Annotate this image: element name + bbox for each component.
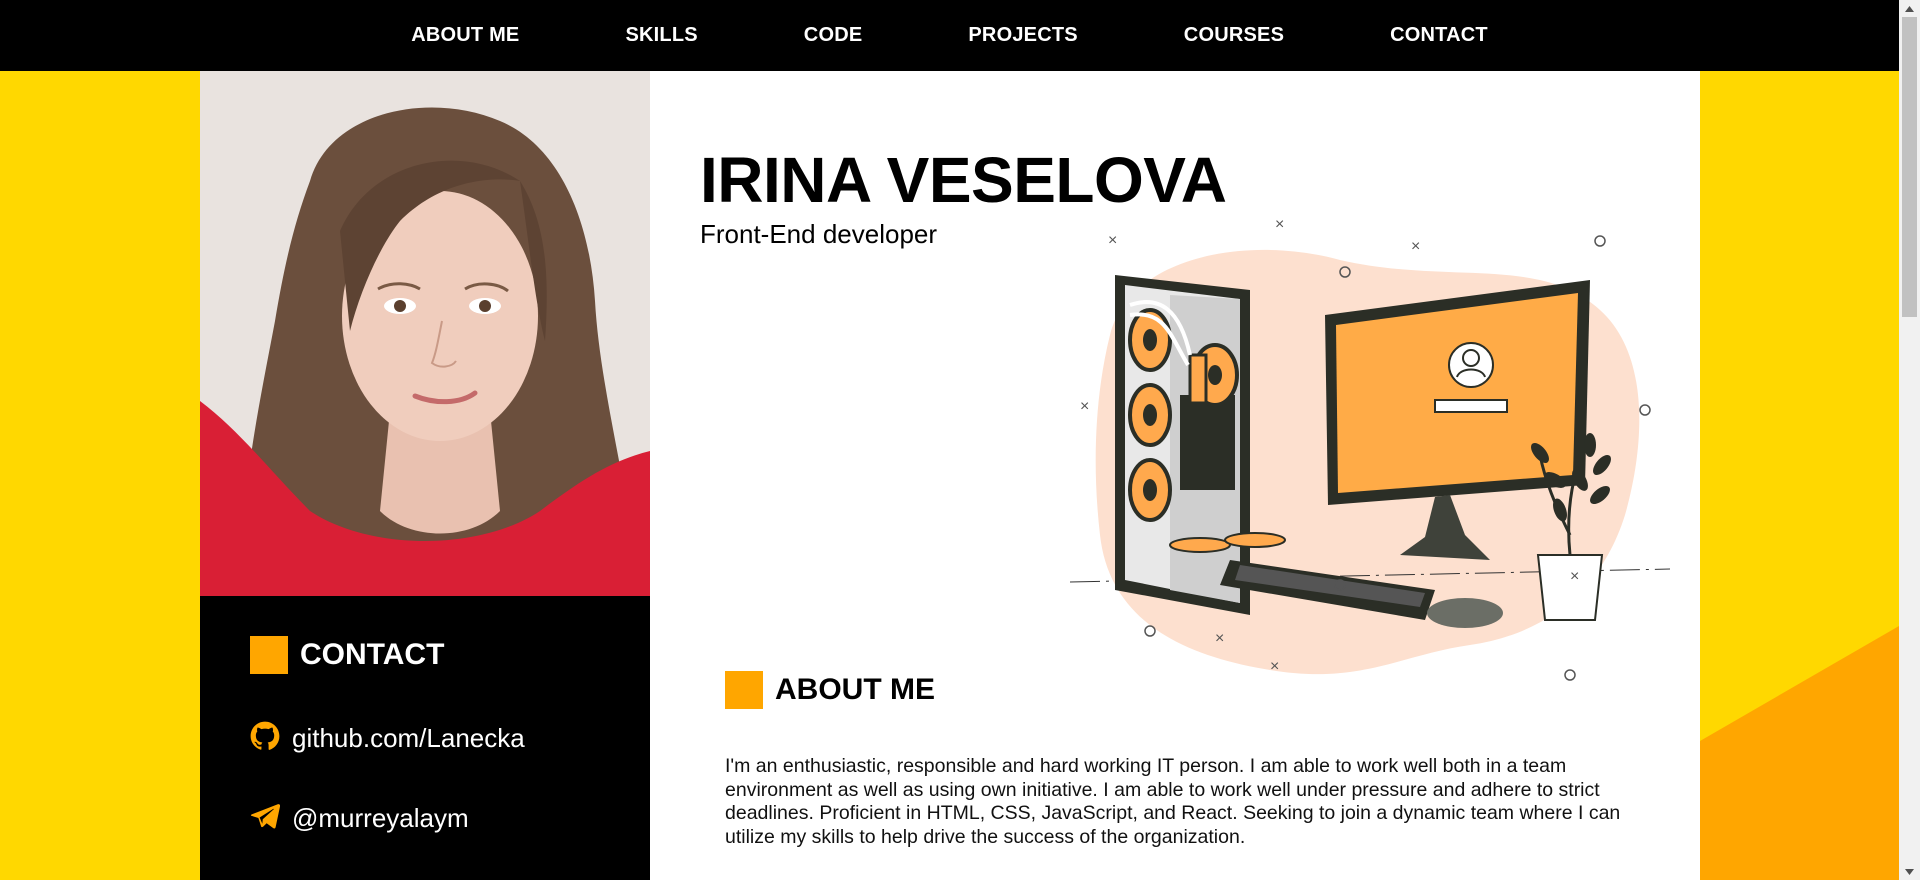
contact-heading: CONTACT xyxy=(250,636,444,674)
svg-text:×: × xyxy=(1215,630,1224,647)
profile-name: IRINA VESELOVA xyxy=(700,144,1227,216)
nav-courses[interactable]: COURSES xyxy=(1184,24,1284,47)
profile-photo xyxy=(200,71,650,596)
contact-title: CONTACT xyxy=(300,638,445,671)
contact-heading-square xyxy=(250,636,288,674)
telegram-icon xyxy=(250,801,281,836)
scroll-up-icon[interactable] xyxy=(1899,0,1920,17)
left-column: CONTACT github.com/Lanecka @murreyalaym xyxy=(200,71,650,880)
svg-text:×: × xyxy=(1080,398,1089,415)
nav-contact[interactable]: CONTACT xyxy=(1390,24,1488,47)
telegram-label: @murreyalaym xyxy=(292,803,469,833)
profile-role: Front-End developer xyxy=(700,219,938,249)
nav-skills[interactable]: SKILLS xyxy=(625,24,697,47)
nav-projects[interactable]: PROJECTS xyxy=(968,24,1077,47)
svg-text:×: × xyxy=(1270,658,1279,675)
about-me-heading-square xyxy=(725,671,763,709)
nav-about-me[interactable]: ABOUT ME xyxy=(411,24,519,47)
about-me-text: I'm an enthusiastic, responsible and har… xyxy=(725,755,1621,848)
svg-text:×: × xyxy=(1570,568,1579,585)
page-scrollbar[interactable] xyxy=(1899,0,1920,880)
svg-text:×: × xyxy=(1108,232,1117,249)
telegram-link[interactable]: @murreyalaym xyxy=(250,801,469,836)
github-label: github.com/Lanecka xyxy=(292,723,525,753)
top-navigation: ABOUT ME SKILLS CODE PROJECTS COURSES CO… xyxy=(0,0,1899,71)
svg-text:×: × xyxy=(1275,216,1284,233)
resume-card: CONTACT github.com/Lanecka @murreyalaym xyxy=(200,71,1700,880)
github-icon xyxy=(250,721,280,756)
right-column: IRINA VESELOVA Front-End developer × × ×… xyxy=(650,71,1700,880)
about-me-heading: ABOUT ME xyxy=(725,671,935,709)
scroll-down-icon[interactable] xyxy=(1899,863,1920,880)
github-link[interactable]: github.com/Lanecka xyxy=(250,721,525,756)
computer-illustration: × × × × × × × xyxy=(1069,215,1671,695)
nav-code[interactable]: CODE xyxy=(804,24,863,47)
svg-text:×: × xyxy=(1411,238,1420,255)
about-me-title: ABOUT ME xyxy=(775,673,935,706)
scrollbar-thumb[interactable] xyxy=(1902,17,1917,317)
decorative-orange-triangle xyxy=(1700,626,1899,880)
